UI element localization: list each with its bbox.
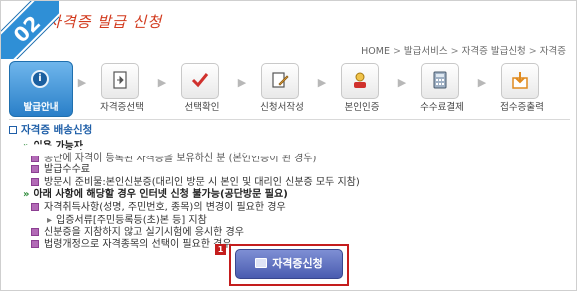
- chevron-right-icon: ▶: [77, 76, 87, 89]
- divider: [9, 119, 570, 120]
- page-frame: STEP 02 자격증 발급 신청 HOME > 발급서비스 > 자격증 발급신청 > 자격…: [0, 0, 577, 291]
- section-title-text: 자격증 배송신청: [21, 124, 93, 136]
- person-verify-icon: [354, 72, 366, 88]
- step-label: 선택확인: [184, 102, 220, 113]
- step-fee-payment[interactable]: 수수료결제: [409, 61, 475, 117]
- step-issue-guide[interactable]: i 발급안내: [9, 61, 75, 117]
- list-item: 법령개정으로 자격종목의 선택이 필요한 경우: [31, 235, 232, 250]
- breadcrumb-item[interactable]: 발급서비스: [404, 46, 448, 57]
- chevron-right-icon: ▶: [317, 76, 327, 89]
- step-label: 신청서작성: [260, 102, 304, 113]
- breadcrumb-home[interactable]: HOME: [361, 46, 390, 57]
- page-title: 자격증 발급 신청: [47, 13, 163, 31]
- apply-certificate-button[interactable]: 자격증신청: [235, 249, 343, 279]
- chevron-right-icon: ▶: [157, 76, 167, 89]
- list-bullet-icon: [31, 240, 39, 248]
- select-document-icon: [113, 71, 127, 89]
- checkmark-icon: [191, 73, 209, 88]
- torn-paper-overlay: [19, 142, 349, 156]
- step-confirm-selection[interactable]: 선택확인: [169, 61, 235, 117]
- step-select-certificate[interactable]: 자격증선택: [89, 61, 155, 117]
- download-print-icon: [512, 72, 528, 89]
- chevron-right-icon: ▶: [397, 76, 407, 89]
- id-card-icon: [255, 258, 268, 268]
- step-identity-verification[interactable]: 본인인증: [329, 61, 395, 117]
- breadcrumb-item[interactable]: 자격증 발급신청: [462, 46, 526, 57]
- annotation-number-badge: 1: [215, 244, 226, 255]
- chevron-right-icon: ▶: [477, 76, 487, 89]
- chevron-right-icon: ▶: [237, 76, 247, 89]
- breadcrumb: HOME > 발급서비스 > 자격증 발급신청 > 자격증: [361, 46, 566, 57]
- step-badge: STEP 02: [1, 1, 59, 59]
- breadcrumb-item[interactable]: 자격증: [540, 46, 566, 57]
- steps-bar: i 발급안내 ▶ 자격증선택 ▶ 선택확인 ▶ 신청서작성 ▶ 본인인증 ▶ 수…: [9, 61, 570, 117]
- section-bullet-icon: [9, 126, 17, 134]
- calculator-icon: [433, 71, 447, 89]
- list-item-text: 법령개정으로 자격종목의 선택이 필요한 경우: [44, 239, 232, 250]
- section-title: 자격증 배송신청: [9, 122, 92, 137]
- step-label: 발급안내: [23, 102, 59, 113]
- step-label: 수수료결제: [420, 102, 464, 113]
- double-chevron-icon: »: [23, 189, 30, 200]
- step-print-receipt[interactable]: 접수증출력: [489, 61, 555, 117]
- edit-form-icon: [272, 72, 289, 88]
- info-icon: i: [31, 70, 49, 88]
- list-bullet-icon: [31, 203, 39, 211]
- apply-button-label: 자격증신청: [272, 257, 323, 270]
- step-write-application[interactable]: 신청서작성: [249, 61, 315, 117]
- step-label: 본인인증: [344, 102, 380, 113]
- step-label: 접수증출력: [500, 102, 544, 113]
- list-bullet-icon: [31, 165, 39, 173]
- step-label: 자격증선택: [100, 102, 144, 113]
